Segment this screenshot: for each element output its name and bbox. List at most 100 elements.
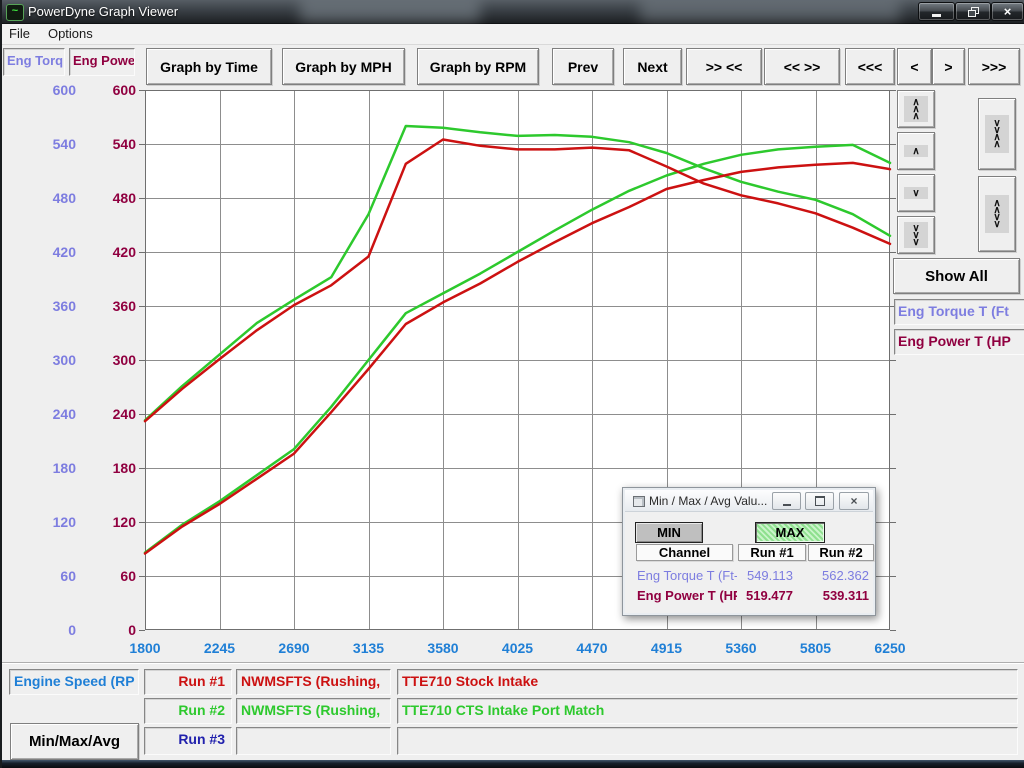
expand-scale-button[interactable]: ∧∧∨∨: [978, 176, 1016, 252]
run-comment-text: TTE710 Stock Intake: [398, 670, 1017, 689]
run-name-text: NWMSFTS (Rushing,: [237, 670, 390, 689]
legend-power[interactable]: Eng Power T (HP: [894, 329, 1024, 355]
run-name-text: NWMSFTS (Rushing,: [237, 699, 390, 718]
column-header-run-2[interactable]: Run #2: [808, 544, 874, 561]
torque-tick-label: 240: [20, 405, 76, 423]
show-all-button[interactable]: Show All: [893, 258, 1020, 294]
restore-icon: [968, 7, 978, 16]
scroll-left-button[interactable]: <: [897, 48, 932, 85]
graph-by-time-button[interactable]: Graph by Time: [146, 48, 272, 85]
power-tick-label: 420: [80, 243, 136, 261]
window-bottom-edge: [0, 760, 1024, 768]
min-toggle-button[interactable]: MIN: [635, 522, 703, 543]
divider: [0, 662, 1024, 663]
chevron-icon: ∧: [904, 145, 927, 157]
run-comment-field-2[interactable]: TTE710 CTS Intake Port Match: [397, 698, 1018, 724]
power-tick-label: 480: [80, 189, 136, 207]
torque-tick-label: 120: [20, 513, 76, 531]
torque-tick-label: 0: [20, 621, 76, 639]
compress-scale-button[interactable]: ∨∨∧∧: [978, 98, 1016, 170]
max-toggle-button[interactable]: MAX: [755, 522, 825, 543]
power-tick-label: 180: [80, 459, 136, 477]
scroll-down-button[interactable]: ∨: [897, 174, 935, 212]
minmaxavg-button[interactable]: Min/Max/Avg: [10, 723, 139, 760]
graph-by-rpm-button[interactable]: Graph by RPM: [417, 48, 539, 85]
menu-options[interactable]: Options: [39, 24, 102, 41]
zoom-in-x-button[interactable]: >> <<: [686, 48, 762, 85]
scroll-bottom-button[interactable]: ∨∨∨: [897, 216, 935, 254]
torque-tick-label: 600: [20, 81, 76, 99]
power-tick-label: 240: [80, 405, 136, 423]
minimize-icon: [932, 14, 941, 17]
run-label-text: Run #1: [145, 670, 231, 689]
run-comment-text: TTE710 CTS Intake Port Match: [398, 699, 1017, 718]
torque-tick-label: 180: [20, 459, 76, 477]
minmax-window-title: Min / Max / Avg Valu...: [649, 494, 767, 508]
minimize-icon: [783, 504, 791, 506]
channel-tab-torque[interactable]: Eng Torq: [3, 48, 65, 76]
run-label-3: Run #3: [144, 727, 232, 755]
x-channel-field[interactable]: Engine Speed (RP: [9, 669, 139, 695]
scroll-far-right-button[interactable]: >>>: [968, 48, 1020, 85]
minmax-row-run2-value: 539.311: [793, 588, 869, 603]
run-name-field-3[interactable]: [236, 727, 391, 755]
scroll-far-left-button[interactable]: <<<: [845, 48, 895, 85]
minmax-minimize-button[interactable]: [772, 492, 801, 510]
menu-file[interactable]: File: [0, 24, 39, 41]
chevron-glyph: ∨: [912, 190, 919, 197]
channel-tab-power[interactable]: Eng Powe: [69, 48, 135, 76]
next-button[interactable]: Next: [623, 48, 682, 85]
close-icon: ×: [1004, 5, 1012, 18]
scroll-right-button[interactable]: >: [932, 48, 965, 85]
restore-button[interactable]: [955, 2, 991, 21]
torque-tick-label: 300: [20, 351, 76, 369]
rpm-tick-label: 5805: [786, 639, 846, 657]
chevron-icon: ∨∨∧∧: [985, 115, 1008, 153]
run-name-field-1[interactable]: NWMSFTS (Rushing,: [236, 669, 391, 695]
power-tick-label: 540: [80, 135, 136, 153]
run-label-text: Run #3: [145, 728, 231, 747]
minmax-row-run1-value: 549.113: [718, 568, 793, 583]
legend-torque[interactable]: Eng Torque T (Ft: [894, 299, 1024, 325]
run-label-2: Run #2: [144, 698, 232, 724]
column-header-channel[interactable]: Channel: [636, 544, 733, 561]
power-tick-label: 600: [80, 81, 136, 99]
minmax-maximize-button[interactable]: [805, 492, 834, 510]
window-title: PowerDyne Graph Viewer: [28, 4, 178, 19]
minmax-row-run2-value: 562.362: [793, 568, 869, 583]
rpm-tick-label: 5360: [711, 639, 771, 657]
prev-button[interactable]: Prev: [552, 48, 614, 85]
run-comment-field-3[interactable]: [397, 727, 1018, 755]
run-comment-text: [398, 728, 1017, 731]
minmax-window-icon: [633, 496, 645, 507]
run-name-text: [237, 728, 390, 731]
torque-tick-label: 420: [20, 243, 76, 261]
column-header-run-1[interactable]: Run #1: [738, 544, 806, 561]
minmax-window-titlebar[interactable]: Min / Max / Avg Valu... ×: [625, 490, 873, 512]
run-name-field-2[interactable]: NWMSFTS (Rushing,: [236, 698, 391, 724]
close-icon: ×: [850, 494, 857, 508]
power-tick-label: 360: [80, 297, 136, 315]
torque-tick-label: 360: [20, 297, 76, 315]
minimize-button[interactable]: [918, 2, 955, 21]
rpm-tick-label: 6250: [860, 639, 920, 657]
rpm-tick-label: 3135: [339, 639, 399, 657]
zoom-out-x-button[interactable]: << >>: [764, 48, 840, 85]
chevron-icon: ∨: [904, 187, 927, 199]
torque-tick-label: 480: [20, 189, 76, 207]
scroll-top-button[interactable]: ∧∧∧: [897, 90, 935, 128]
title-bar[interactable]: ~ PowerDyne Graph Viewer ×: [0, 0, 1024, 24]
chevron-glyph: ∧: [993, 141, 1000, 148]
titlebar-glass-reflection: [640, 0, 900, 23]
chevron-icon: ∨∨∨: [904, 222, 927, 248]
rpm-tick-label: 4470: [562, 639, 622, 657]
graph-by-mph-button[interactable]: Graph by MPH: [282, 48, 405, 85]
app-icon: ~: [6, 4, 24, 21]
minmax-close-button[interactable]: ×: [839, 492, 869, 510]
channel-tab-label: Eng Powe: [70, 49, 134, 68]
minmax-window[interactable]: Min / Max / Avg Valu... × MIN MAX Channe…: [622, 487, 876, 616]
scroll-up-button[interactable]: ∧: [897, 132, 935, 170]
run-comment-field-1[interactable]: TTE710 Stock Intake: [397, 669, 1018, 695]
menu-bar: FileOptions: [0, 24, 1024, 45]
close-button[interactable]: ×: [991, 2, 1024, 21]
